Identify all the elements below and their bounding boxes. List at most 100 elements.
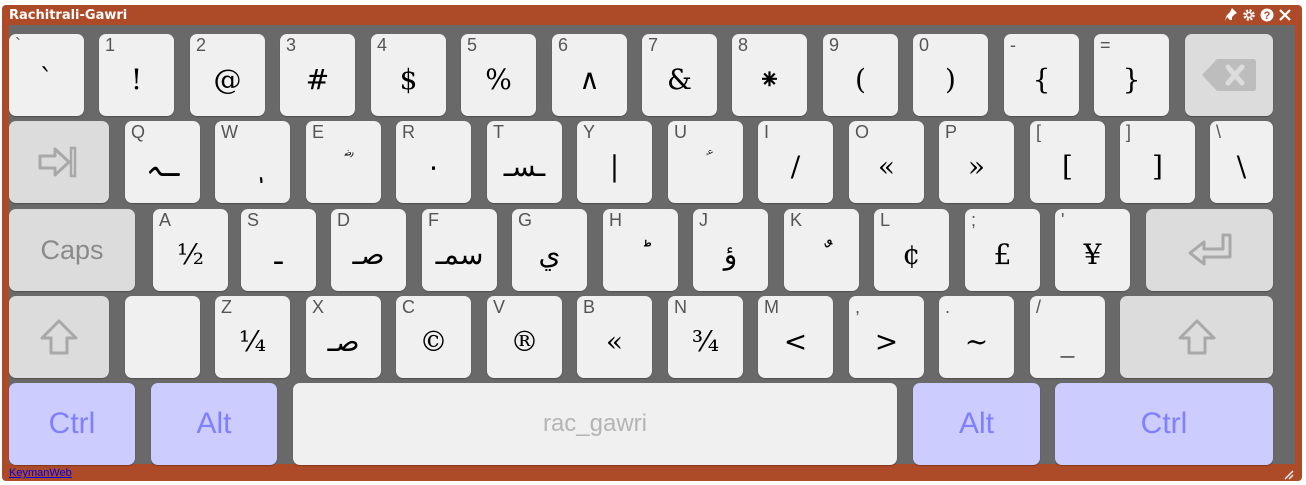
key-label: © <box>419 324 448 358</box>
shift-icon <box>1178 319 1215 355</box>
close-icon[interactable] <box>1278 7 1292 23</box>
space-key[interactable]: rac_gawri <box>293 383 897 465</box>
key-S[interactable]: Sـ <box>241 209 316 291</box>
alt-key[interactable]: Alt <box>913 383 1040 465</box>
key-1[interactable]: 1! <box>99 34 174 116</box>
key-0[interactable]: 0) <box>913 34 988 116</box>
key-/[interactable]: / _ <box>1030 296 1105 378</box>
key-label: ` <box>39 62 54 96</box>
key-P[interactable]: P» <box>939 121 1014 203</box>
key-label: ـہ <box>146 149 179 183</box>
onscreen-keyboard: Rachitrali-Gawri ? ` ` 1! 2 @3 #4 $5% 6 ∧ 7 & 8 ⁕ 9(0… <box>2 5 1302 481</box>
key-8[interactable]: 8 ⁕ <box>732 34 807 116</box>
key-4[interactable]: 4 $ <box>371 34 446 116</box>
key-label: ؑ <box>668 121 743 203</box>
key-7[interactable]: 7 & <box>642 34 717 116</box>
key-O[interactable]: O « <box>849 121 924 203</box>
key-\[interactable]: \ \ <box>1210 121 1273 203</box>
key-label: } <box>1122 62 1141 96</box>
key-F[interactable]: F سمـ <box>422 209 497 291</box>
key-5[interactable]: 5% <box>461 34 536 116</box>
key-`[interactable]: ` ` <box>9 34 84 116</box>
alt-key-label: Alt <box>196 407 232 440</box>
key-=[interactable]: =} <box>1094 34 1169 116</box>
tab-key[interactable] <box>9 121 109 203</box>
key-C[interactable]: C © <box>396 296 471 378</box>
key-W[interactable]: Wٖ <box>215 121 290 203</box>
key-label: { <box>1032 62 1051 96</box>
key-][interactable]: ]] <box>1120 121 1195 203</box>
space-key-label: rac_gawri <box>542 410 648 437</box>
key-label: سمـ <box>435 237 484 271</box>
ctrl-key[interactable]: Ctrl <box>1055 383 1273 465</box>
key-label: $ <box>399 62 418 96</box>
key-U[interactable]: Uؑ <box>668 121 743 203</box>
key-K[interactable]: Kٌ <box>784 209 859 291</box>
resize-handle-icon[interactable] <box>1282 467 1294 480</box>
key-6[interactable]: 6 ∧ <box>552 34 627 116</box>
key-I[interactable]: I / <box>758 121 833 203</box>
ctrl-key[interactable]: Ctrl <box>9 383 135 465</box>
key-E[interactable]: Eؓ <box>306 121 381 203</box>
shift-key[interactable] <box>1120 296 1273 378</box>
enter-key[interactable] <box>1146 209 1273 291</box>
key-blank[interactable] <box>125 296 200 378</box>
key-label: ® <box>510 324 539 358</box>
key-.[interactable]: . ~ <box>939 296 1014 378</box>
key-H[interactable]: Hؕ <box>603 209 678 291</box>
alt-key[interactable]: Alt <box>151 383 277 465</box>
backspace-key[interactable] <box>1185 34 1273 116</box>
key-[[interactable]: [[ <box>1030 121 1105 203</box>
key-M[interactable]: M < <box>758 296 833 378</box>
key-label: ! <box>130 62 143 96</box>
key-9[interactable]: 9( <box>823 34 898 116</box>
key-label: ( <box>855 62 866 96</box>
key-label: ؕ <box>603 209 678 291</box>
key-label: ؓ <box>306 121 381 203</box>
key-label: ⁕ <box>757 62 782 96</box>
key-N[interactable]: N¾ <box>668 296 743 378</box>
key-Y[interactable]: Y | <box>577 121 652 203</box>
key-2[interactable]: 2 @ <box>190 34 265 116</box>
key-label: < <box>783 324 808 358</box>
key-label: ¾ <box>691 324 720 358</box>
title-bar[interactable]: Rachitrali-Gawri ? <box>2 5 1302 27</box>
key-V[interactable]: V ® <box>487 296 562 378</box>
pin-icon[interactable] <box>1224 7 1238 23</box>
key-T[interactable]: T ـسـ <box>487 121 562 203</box>
backspace-icon <box>1202 59 1256 91</box>
keymanweb-link[interactable]: KeymanWeb <box>9 467 72 479</box>
key-R[interactable]: R٠ <box>396 121 471 203</box>
key--[interactable]: -{ <box>1004 34 1079 116</box>
key-label: » <box>967 149 986 183</box>
key-;[interactable]: ; £ <box>965 209 1040 291</box>
key-label: ؤ <box>723 237 738 271</box>
window-title: Rachitrali-Gawri <box>9 8 128 23</box>
gear-icon[interactable] <box>1242 7 1256 23</box>
caps-key-label: Caps <box>40 234 104 265</box>
key-A[interactable]: A½ <box>153 209 228 291</box>
key-L[interactable]: L ¢ <box>874 209 949 291</box>
ctrl-key-label: Ctrl <box>48 407 96 440</box>
key-label: ) <box>945 62 956 96</box>
help-icon[interactable]: ? <box>1260 7 1274 23</box>
key-label: ـسـ <box>503 149 546 183</box>
key-D[interactable]: D صـ <box>331 209 406 291</box>
key-Z[interactable]: Z¼ <box>215 296 290 378</box>
key-label: > <box>874 324 899 358</box>
key-Q[interactable]: Q ـہ <box>125 121 200 203</box>
key-3[interactable]: 3 # <box>280 34 355 116</box>
key-'[interactable]: ' ¥ <box>1055 209 1130 291</box>
key-G[interactable]: Gي <box>512 209 587 291</box>
shift-key[interactable] <box>9 296 109 378</box>
tab-icon <box>38 146 77 178</box>
key-J[interactable]: Jؤ <box>693 209 768 291</box>
key-label: ½ <box>176 237 205 271</box>
key-label: / <box>790 149 801 183</box>
key-label: ٌ <box>784 209 859 291</box>
key-X[interactable]: X صـ <box>306 296 381 378</box>
key-label: | <box>609 149 620 183</box>
key-,[interactable]: , > <box>849 296 924 378</box>
caps-key[interactable]: Caps <box>9 209 135 291</box>
key-B[interactable]: B « <box>577 296 652 378</box>
